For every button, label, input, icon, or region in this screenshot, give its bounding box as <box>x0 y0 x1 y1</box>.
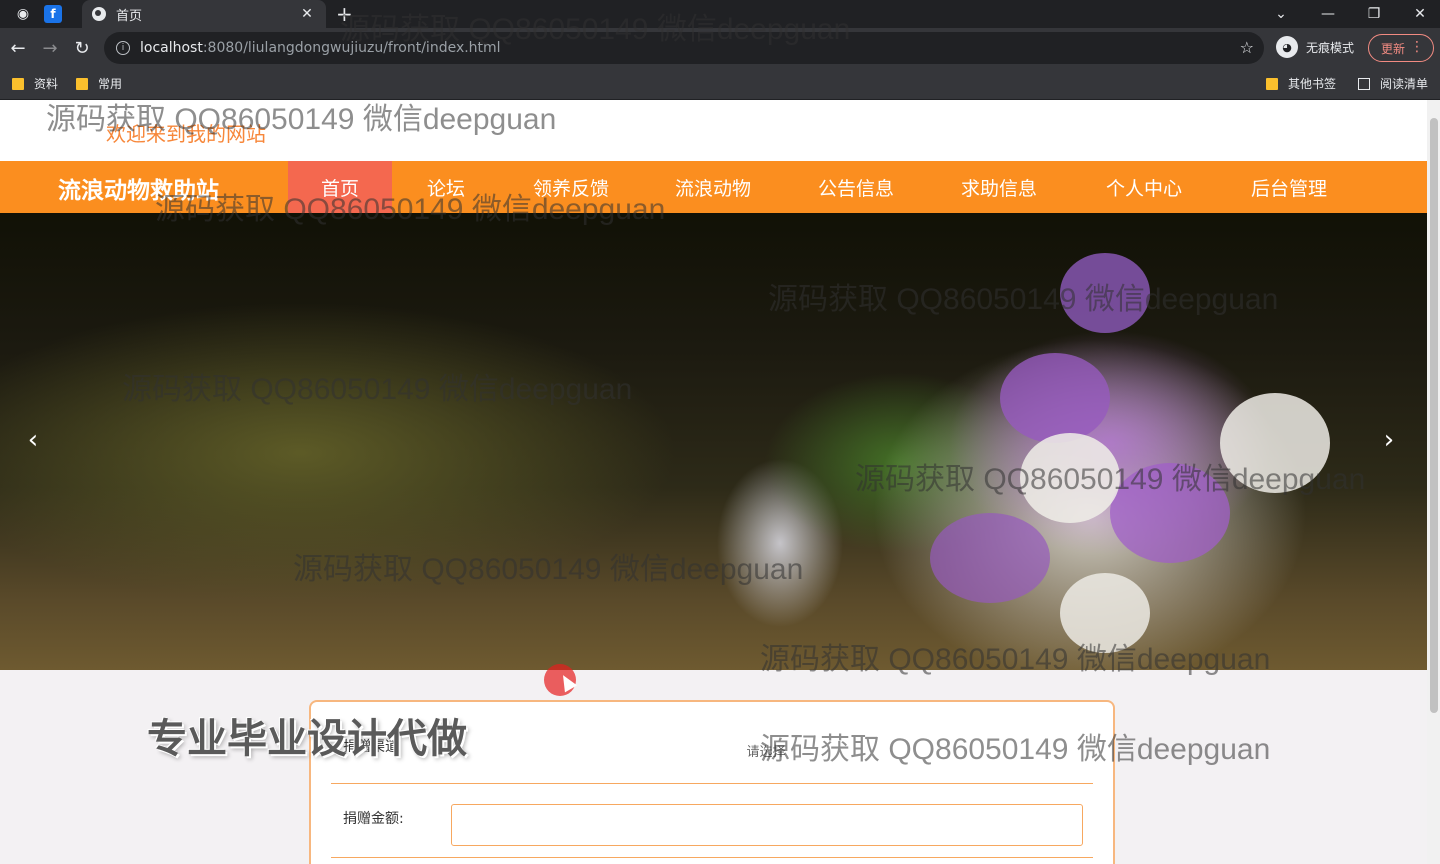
update-label: 更新 <box>1381 41 1406 56</box>
folder-icon <box>1266 77 1278 90</box>
reload-button[interactable]: ↻ <box>66 32 98 64</box>
other-bookmarks[interactable]: 其他书签 <box>1266 75 1336 92</box>
tab-title: 首页 <box>116 8 143 24</box>
forward-button[interactable]: → <box>34 32 66 64</box>
scrollbar-thumb[interactable] <box>1430 118 1438 713</box>
watermark: 源码获取 QQ86050149 微信deepguan <box>768 283 1279 316</box>
back-button[interactable]: ← <box>2 32 34 64</box>
watermark: 源码获取 QQ86050149 微信deepguan <box>760 643 1271 676</box>
watermark: 源码获取 QQ86050149 微信deepguan <box>293 553 804 586</box>
watermark: 源码获取 QQ86050149 微信deepguan <box>340 13 851 46</box>
browser-tab[interactable]: 首页 ✕ <box>82 0 326 28</box>
incognito-icon: ◕ <box>1276 36 1298 58</box>
amount-input[interactable] <box>451 804 1083 846</box>
bookmark-label: 阅读清单 <box>1380 77 1429 91</box>
bookmark-star-icon[interactable]: ☆ <box>1240 38 1254 57</box>
banner-flower <box>930 513 1050 603</box>
nav-item-personal-center[interactable]: 个人中心 <box>1085 161 1203 213</box>
restore-button[interactable]: ❐ <box>1351 0 1397 28</box>
url-host: localhost <box>140 40 203 56</box>
tab-search-icon[interactable]: ⌄ <box>1258 0 1304 28</box>
reading-list[interactable]: 阅读清单 <box>1358 75 1428 92</box>
minimize-button[interactable]: — <box>1305 0 1351 28</box>
close-window-button[interactable]: ✕ <box>1397 0 1440 28</box>
nav-item-announcements[interactable]: 公告信息 <box>797 161 915 213</box>
browser-menu-icon[interactable]: ◉ <box>12 3 34 25</box>
extension-icon[interactable]: f <box>44 5 62 23</box>
nav-item-help-requests[interactable]: 求助信息 <box>940 161 1058 213</box>
watermark: 源码获取 QQ86050149 微信deepguan <box>46 103 557 136</box>
amount-label: 捐赠金额: <box>343 811 404 827</box>
folder-icon <box>12 77 24 90</box>
nav-item-stray-animals[interactable]: 流浪动物 <box>654 161 772 213</box>
kebab-menu-icon: ⋮ <box>1410 39 1424 55</box>
globe-icon <box>92 7 106 21</box>
incognito-label: 无痕模式 <box>1306 40 1355 55</box>
banner-flower <box>1000 353 1110 443</box>
update-button[interactable]: 更新 ⋮ <box>1368 34 1434 62</box>
nav-item-admin[interactable]: 后台管理 <box>1230 161 1348 213</box>
bookmark-folder[interactable]: 资料 <box>12 75 58 92</box>
watermark: 源码获取 QQ86050149 微信deepguan <box>760 733 1271 766</box>
chevron-right-icon[interactable]: › <box>1374 425 1404 455</box>
watermark: 源码获取 QQ86050149 微信deepguan <box>855 463 1366 496</box>
bookmark-label: 其他书签 <box>1288 77 1337 91</box>
incognito-indicator[interactable]: ◕ 无痕模式 <box>1276 36 1354 58</box>
chevron-left-icon[interactable]: ‹ <box>18 425 48 455</box>
bookmark-folder[interactable]: 常用 <box>76 75 122 92</box>
close-icon[interactable]: ✕ <box>298 6 316 22</box>
page-scrollbar[interactable] <box>1427 100 1440 864</box>
watermark: 源码获取 QQ86050149 微信deepguan <box>122 373 633 406</box>
watermark: 源码获取 QQ86050149 微信deepguan <box>155 193 666 226</box>
bookmark-label: 常用 <box>98 77 123 91</box>
bookmark-label: 资料 <box>34 77 59 91</box>
folder-icon <box>76 77 89 90</box>
info-icon[interactable]: i <box>116 41 130 55</box>
promo-overlay-text: 专业毕业设计代做 <box>147 715 467 762</box>
reading-list-icon <box>1358 77 1370 90</box>
